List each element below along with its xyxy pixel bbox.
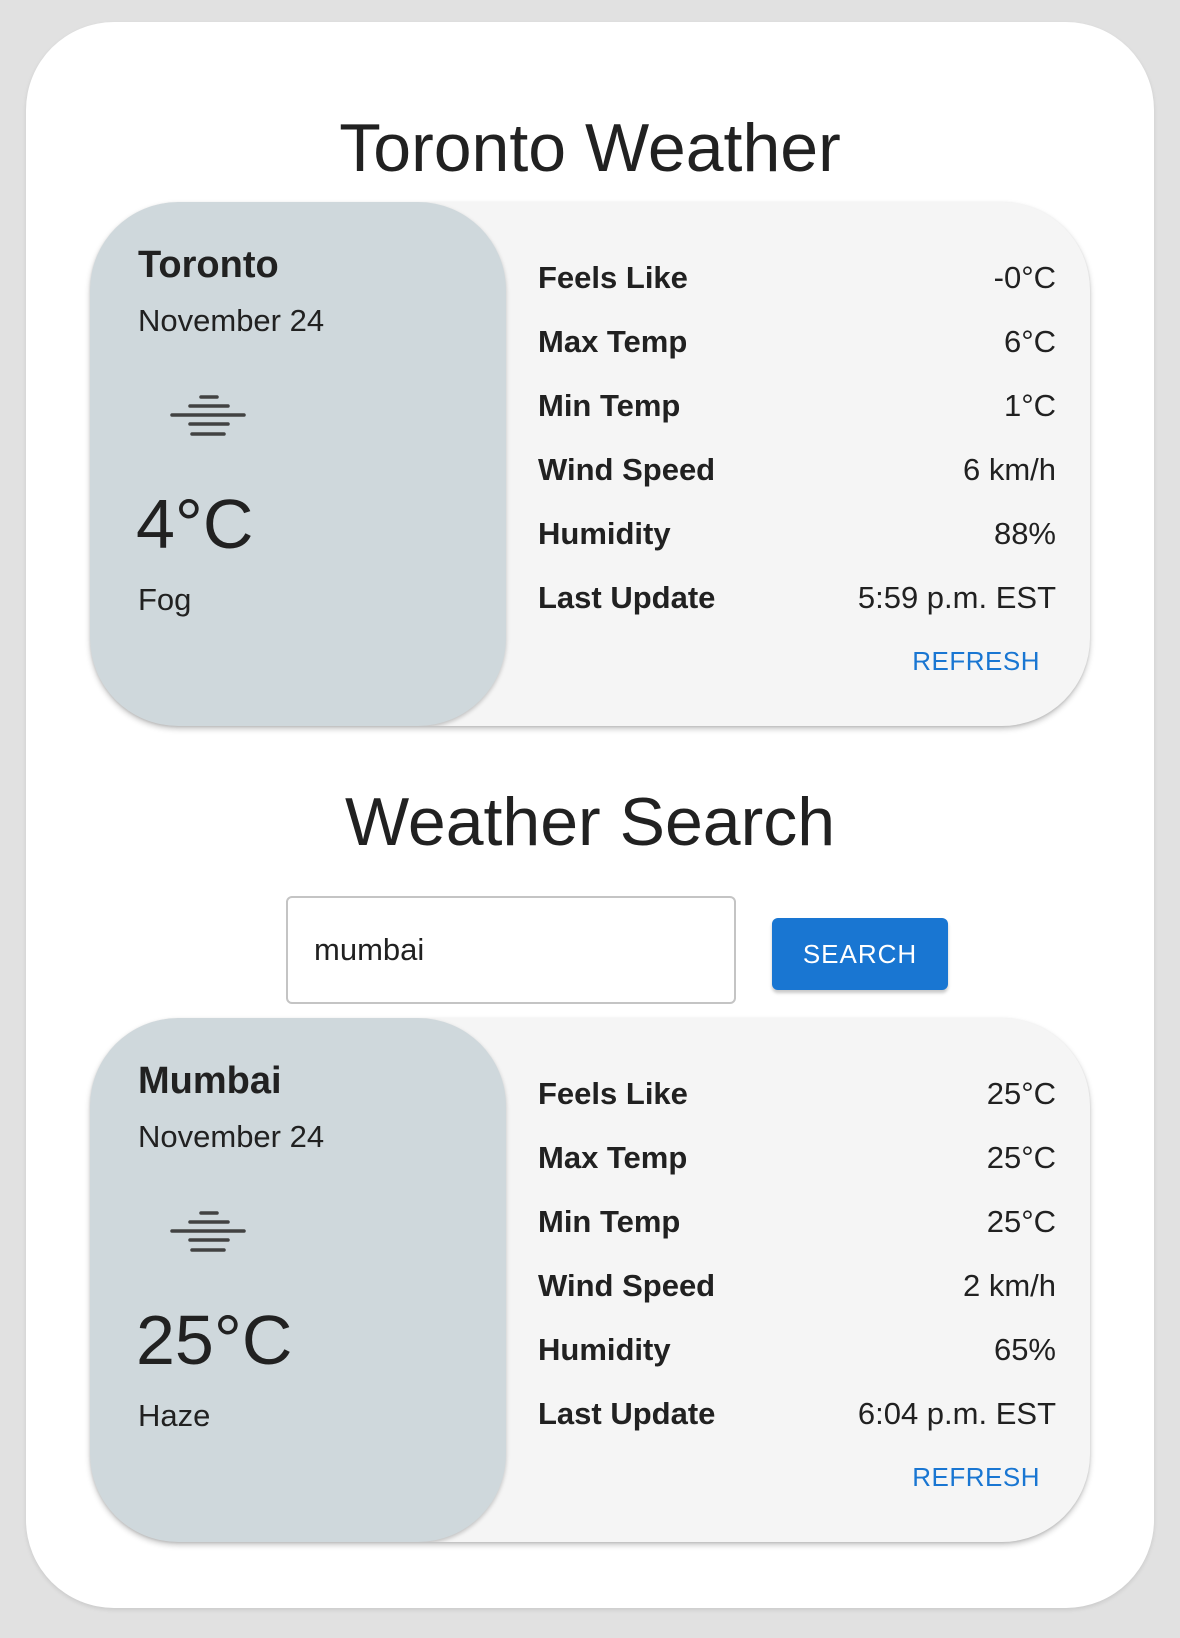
detail-value: 88% <box>993 516 1056 551</box>
detail-row-max-temp: Max Temp 25°C <box>538 1126 1056 1190</box>
result-temperature: 25°C <box>136 1301 293 1379</box>
weather-summary-panel: Toronto November 24 4°C Fog <box>90 202 506 726</box>
page-title: Toronto Weather <box>339 110 841 186</box>
app-container: Toronto Weather Toronto November 24 4°C … <box>26 22 1154 1608</box>
detail-label: Min Temp <box>538 388 681 423</box>
detail-label: Max Temp <box>538 1140 688 1175</box>
detail-label: Last Update <box>538 1396 716 1431</box>
detail-value: 25°C <box>986 1076 1056 1111</box>
detail-value: 5:59 p.m. EST <box>857 580 1056 615</box>
detail-row-humidity: Humidity 65% <box>538 1318 1056 1382</box>
weather-details: Feels Like -0°C Max Temp 6°C Min Temp 1°… <box>538 246 1056 630</box>
detail-row-max-temp: Max Temp 6°C <box>538 310 1056 374</box>
detail-label: Min Temp <box>538 1204 681 1239</box>
detail-label: Wind Speed <box>538 452 716 487</box>
detail-value: 6 km/h <box>962 452 1056 487</box>
city-search-input[interactable] <box>286 896 736 1004</box>
search-section-title: Weather Search <box>344 784 836 860</box>
detail-row-last-update: Last Update 6:04 p.m. EST <box>538 1382 1056 1446</box>
search-button[interactable]: SEARCH <box>772 918 948 990</box>
detail-row-last-update: Last Update 5:59 p.m. EST <box>538 566 1056 630</box>
detail-label: Feels Like <box>538 1076 688 1111</box>
haze-icon <box>170 1211 246 1252</box>
refresh-button[interactable]: REFRESH <box>904 1458 1048 1497</box>
detail-row-humidity: Humidity 88% <box>538 502 1056 566</box>
detail-row-min-temp: Min Temp 1°C <box>538 374 1056 438</box>
weather-date: November 24 <box>138 303 325 338</box>
detail-label: Max Temp <box>538 324 688 359</box>
detail-row-feels-like: Feels Like -0°C <box>538 246 1056 310</box>
search-result-card: Mumbai November 24 25°C Haze Feels Like … <box>90 1018 1090 1542</box>
city-name: Mumbai <box>138 1060 282 1102</box>
detail-label: Wind Speed <box>538 1268 716 1303</box>
detail-value: -0°C <box>993 260 1056 295</box>
detail-value: 2 km/h <box>962 1268 1056 1303</box>
weather-summary-panel: Mumbai November 24 25°C Haze <box>90 1018 506 1542</box>
weather-condition: Haze <box>138 1398 211 1433</box>
weather-condition: Fog <box>138 582 192 617</box>
detail-label: Humidity <box>538 516 671 551</box>
detail-value: 25°C <box>986 1140 1056 1175</box>
detail-row-wind-speed: Wind Speed 2 km/h <box>538 1254 1056 1318</box>
detail-row-wind-speed: Wind Speed 6 km/h <box>538 438 1056 502</box>
current-weather-card: Toronto November 24 4°C Fog Feels Like -… <box>90 202 1090 726</box>
detail-value: 1°C <box>1003 388 1056 423</box>
detail-label: Last Update <box>538 580 716 615</box>
detail-value: 6:04 p.m. EST <box>857 1396 1056 1431</box>
detail-value: 6°C <box>1003 324 1056 359</box>
detail-value: 65% <box>993 1332 1056 1367</box>
detail-row-min-temp: Min Temp 25°C <box>538 1190 1056 1254</box>
detail-label: Humidity <box>538 1332 671 1367</box>
weather-details: Feels Like 25°C Max Temp 25°C Min Temp 2… <box>538 1062 1056 1446</box>
detail-row-feels-like: Feels Like 25°C <box>538 1062 1056 1126</box>
refresh-button[interactable]: REFRESH <box>904 642 1048 681</box>
detail-label: Feels Like <box>538 260 688 295</box>
weather-date: November 24 <box>138 1119 325 1154</box>
detail-value: 25°C <box>986 1204 1056 1239</box>
current-temperature: 4°C <box>136 485 254 563</box>
fog-icon <box>170 395 246 436</box>
city-name: Toronto <box>138 244 279 286</box>
